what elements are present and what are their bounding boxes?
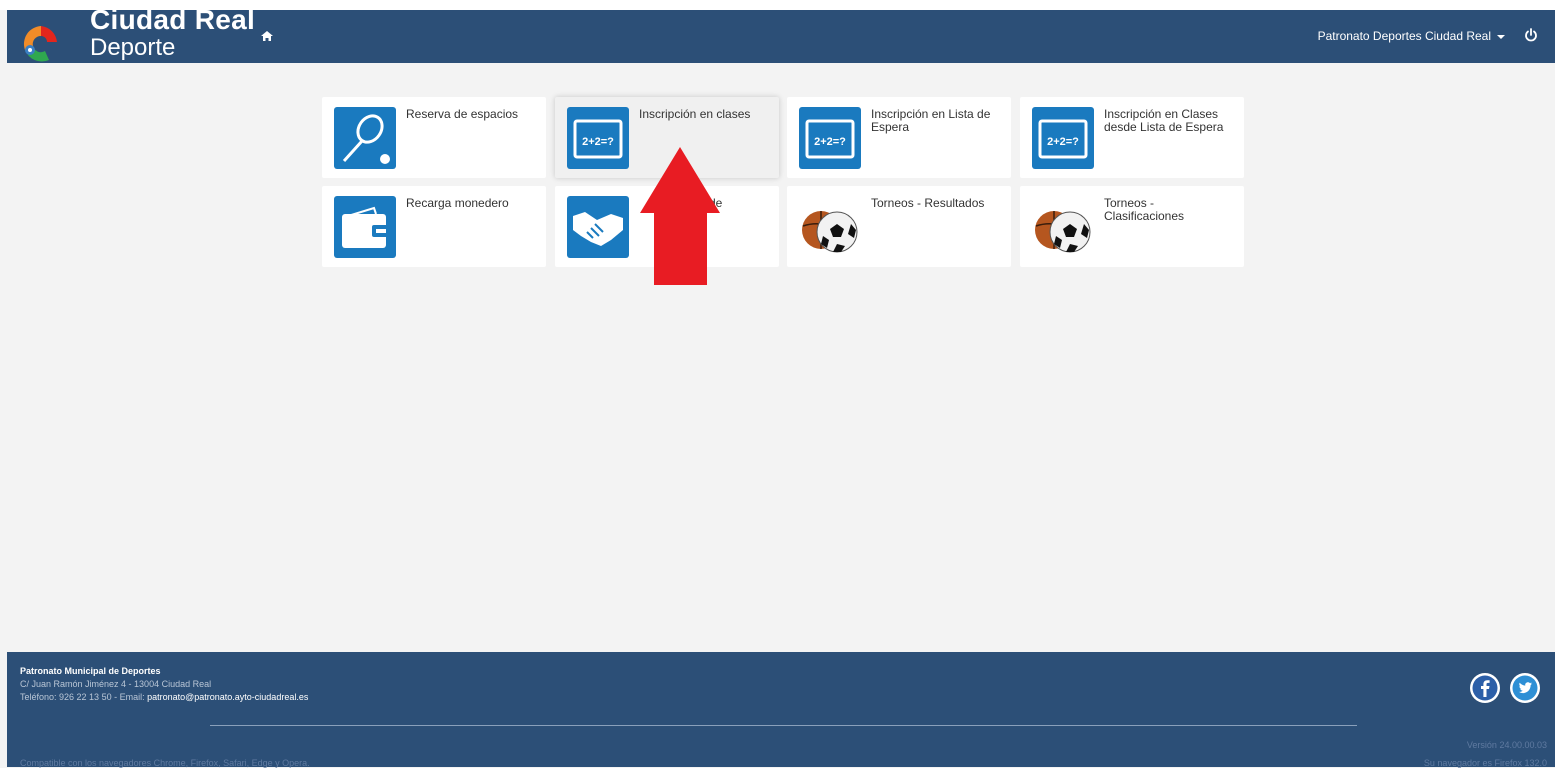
power-icon[interactable] [1523,27,1539,43]
tile-inscripcion-clases-desde-lista[interactable]: 2+2=? Inscripción en Clases desde Lista … [1020,97,1244,178]
footer-separator [210,725,1357,726]
svg-text:2+2=?: 2+2=? [814,136,846,148]
footer-version: Versión 24.00.00.03 [1466,740,1547,750]
balls-icon [1035,211,1091,253]
tile-reserva-espacios[interactable]: Reserva de espacios [322,97,546,178]
blackboard-icon: 2+2=? [1032,107,1094,169]
wallet-icon [334,196,396,258]
red-arrow-annotation [640,147,720,285]
footer-org-name: Patronato Municipal de Deportes [20,666,161,676]
tile-torneos-clasificaciones[interactable]: Torneos - Clasificaciones [1020,186,1244,267]
blackboard-icon: 2+2=? [799,107,861,169]
tile-label: Torneos - Clasificaciones [1104,196,1185,223]
footer-address: C/ Juan Ramón Jiménez 4 - 13004 Ciudad R… [20,679,212,689]
tile-label: Inscripción en Clases desde Lista de Esp… [1104,107,1224,134]
top-header: Ciudad Real Deporte Patronato Deportes C… [7,4,1555,64]
tile-label: Recarga monedero [406,196,509,210]
facebook-icon[interactable] [1469,672,1501,704]
tile-label: Reserva de espacios [406,107,519,121]
user-menu-label: Patronato Deportes Ciudad Real [1317,29,1491,43]
footer: Patronato Municipal de Deportes C/ Juan … [7,652,1555,768]
tile-label: Inscripción en clases [639,107,751,121]
brand-subtitle: Deporte [90,34,176,61]
balls-icon [802,211,858,253]
user-menu[interactable]: Patronato Deportes Ciudad Real [1318,29,1505,43]
tile-label: Torneos - Resultados [871,196,985,210]
twitter-icon[interactable] [1509,672,1541,704]
svg-text:2+2=?: 2+2=? [1047,136,1079,148]
home-icon[interactable] [260,29,274,43]
brand-title: Ciudad Real [90,4,256,35]
footer-contact: Teléfono: 926 22 13 50 - Email: patronat… [20,692,308,702]
chevron-down-icon [1497,34,1505,39]
blackboard-icon: 2+2=? [567,107,629,169]
tennis-racket-icon [334,107,396,169]
svg-text:2+2=?: 2+2=? [582,136,614,148]
tile-recarga-monedero[interactable]: Recarga monedero [322,186,546,267]
logo[interactable] [19,20,63,64]
tile-label: Inscripción en Lista de Espera [871,107,991,134]
tile-torneos-resultados[interactable]: Torneos - Resultados [787,186,1011,267]
tile-inscripcion-lista-espera[interactable]: 2+2=? Inscripción en Lista de Espera [787,97,1011,178]
handshake-icon [567,196,629,258]
footer-phone: Teléfono: 926 22 13 50 - Email: [20,692,148,702]
footer-email-link[interactable]: patronato@patronato.ayto-ciudadreal.es [147,692,308,702]
